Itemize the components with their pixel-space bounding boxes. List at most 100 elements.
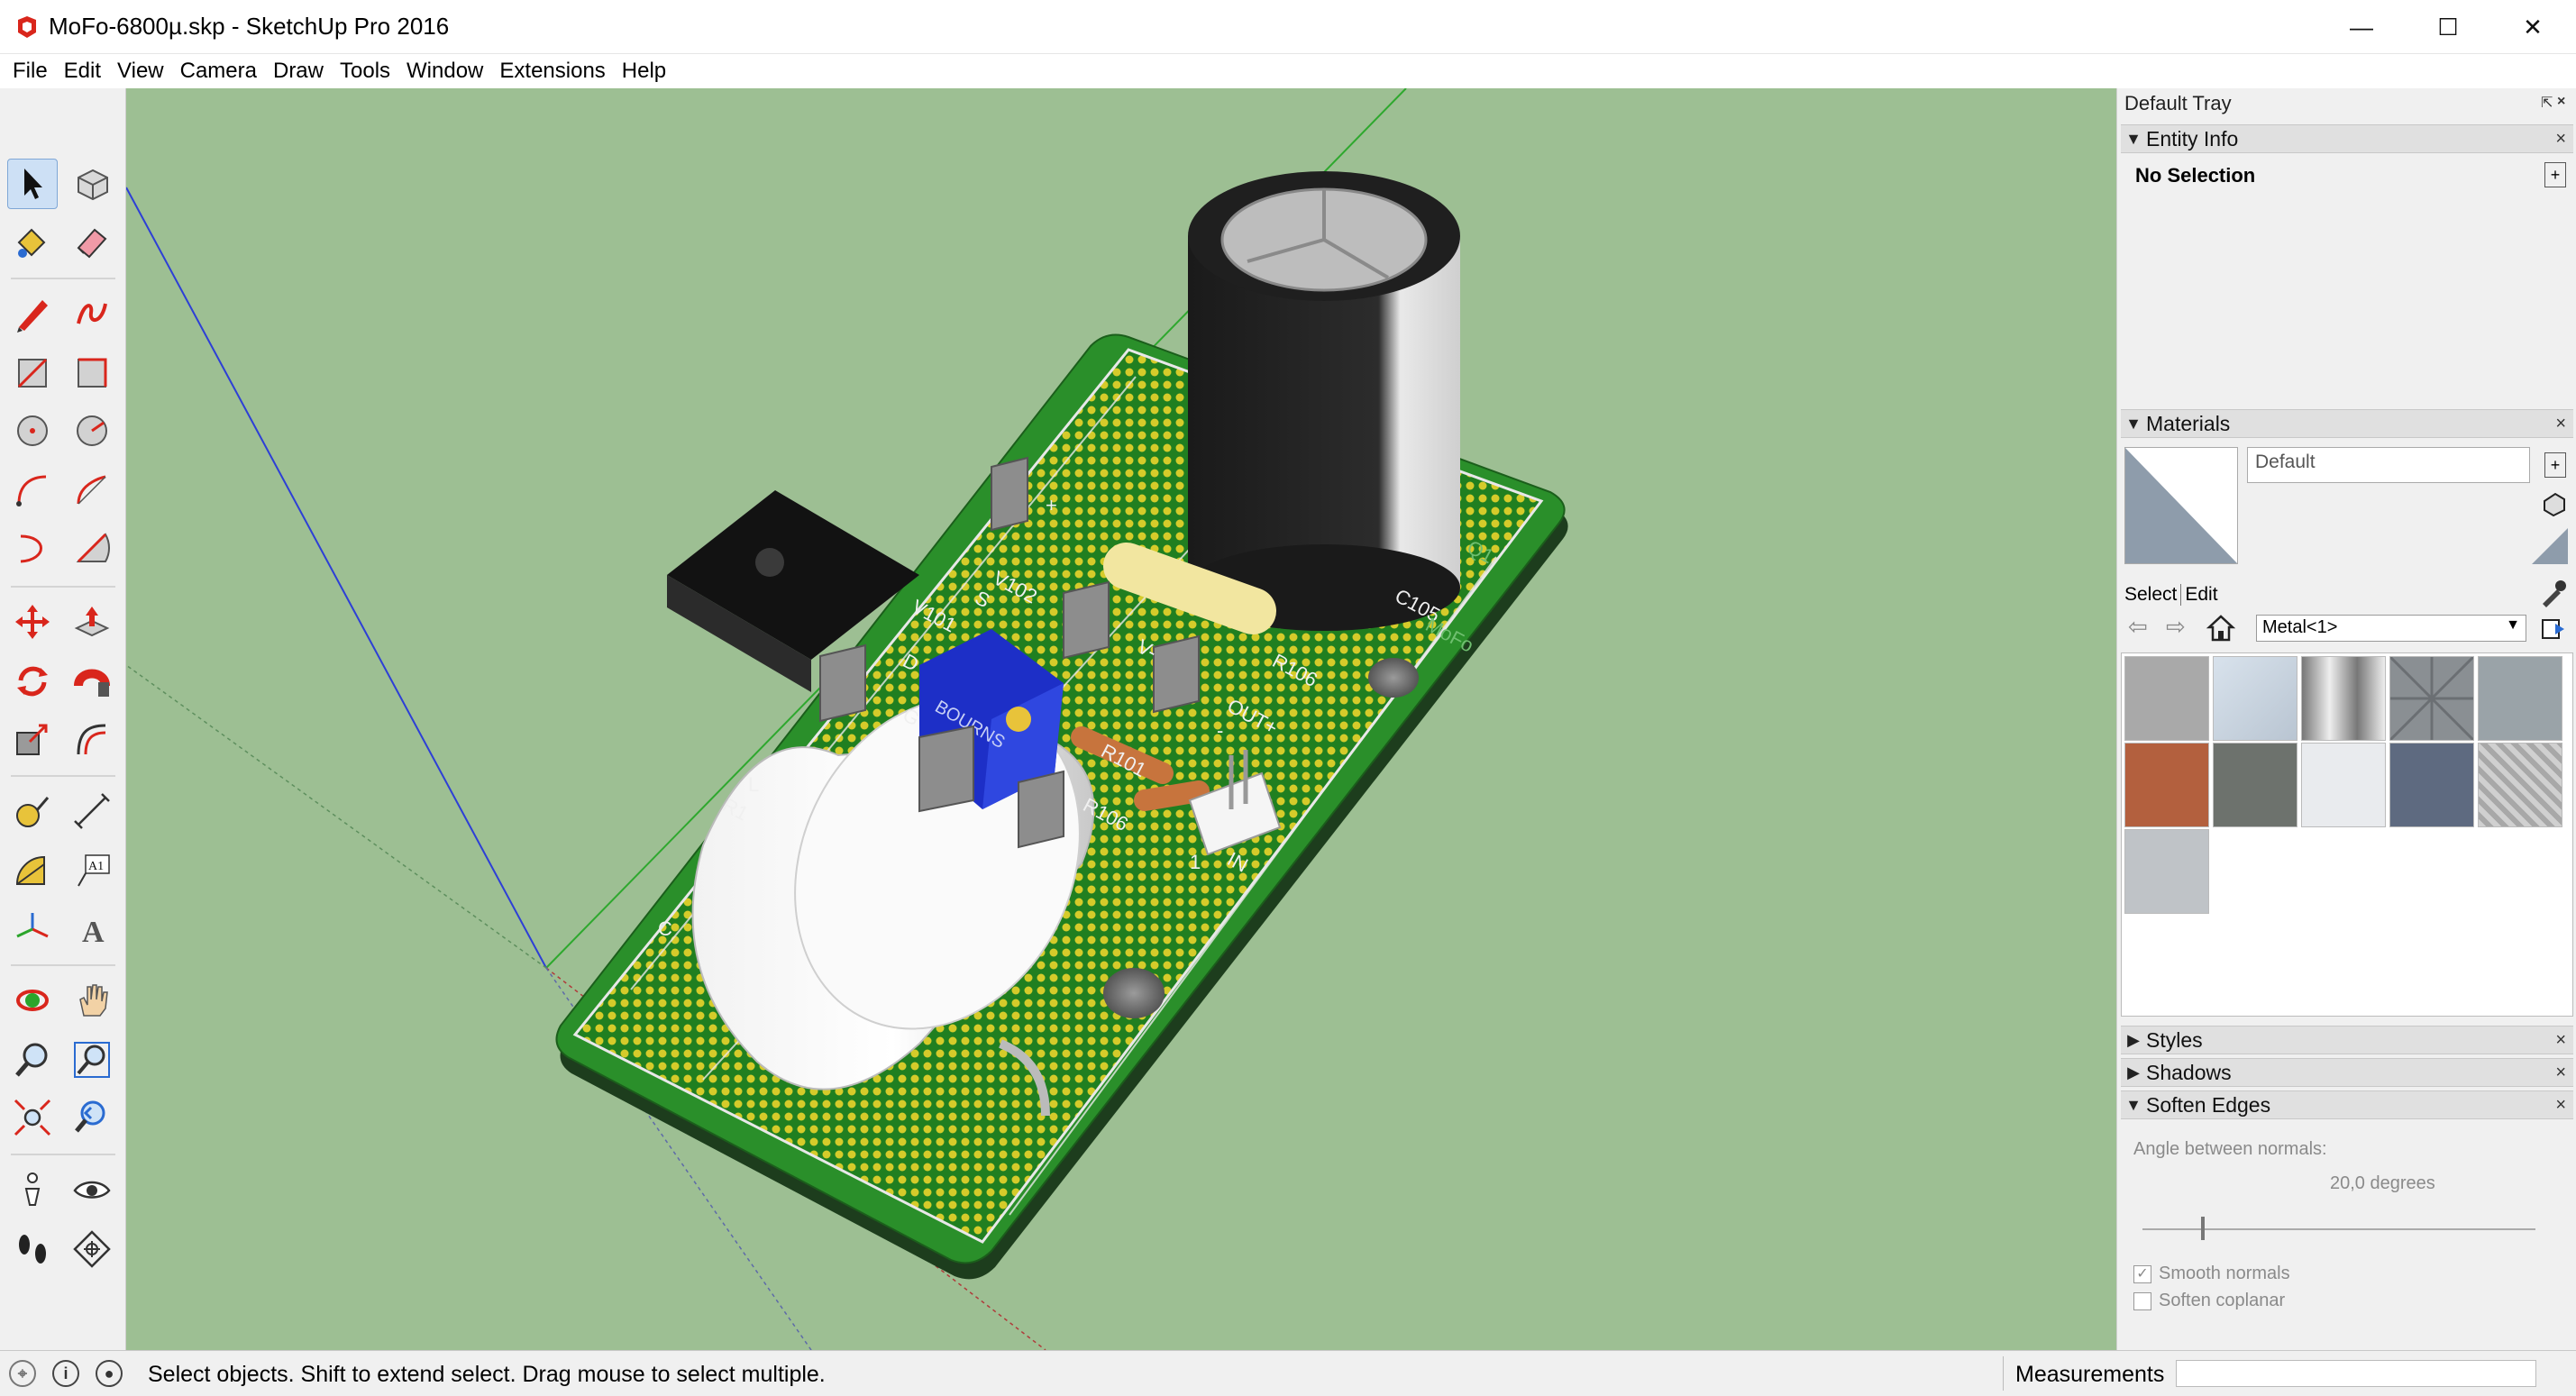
tab-select[interactable]: Select: [2124, 584, 2182, 606]
tape-measure-tool[interactable]: [7, 786, 58, 836]
sample-paint-icon[interactable]: [2541, 490, 2568, 517]
offset-tool[interactable]: [67, 714, 117, 764]
material-name-field[interactable]: Default: [2247, 447, 2530, 483]
close-icon[interactable]: ×: [2555, 414, 2566, 434]
label-1: 1: [1190, 851, 1201, 873]
checkbox-unchecked-icon[interactable]: [2133, 1291, 2151, 1310]
move-tool[interactable]: [7, 597, 58, 647]
menu-camera[interactable]: Camera: [173, 54, 264, 88]
pin-icon[interactable]: ⇱: [2541, 94, 2553, 112]
dimension-tool[interactable]: [67, 786, 117, 836]
scale-tool[interactable]: [7, 714, 58, 764]
line-tool[interactable]: [7, 288, 58, 339]
metal-swatch-9[interactable]: [2389, 743, 2474, 827]
close-icon[interactable]: ×: [2555, 1030, 2566, 1051]
metal-swatch-4[interactable]: [2389, 655, 2475, 742]
zoom-tool[interactable]: [7, 1035, 58, 1085]
menu-draw[interactable]: Draw: [266, 54, 331, 88]
material-preview[interactable]: [2124, 447, 2238, 564]
back-arrow-icon[interactable]: ⇦: [2128, 613, 2148, 641]
metal-swatch-3[interactable]: [2301, 656, 2386, 741]
text-tool[interactable]: A1: [67, 845, 117, 896]
metal-swatch-8[interactable]: [2301, 743, 2386, 827]
soften-edges-header[interactable]: ▼ Soften Edges ×: [2121, 1090, 2573, 1119]
entity-info-expand-icon[interactable]: +: [2544, 162, 2566, 187]
shadows-header[interactable]: ▶ Shadows ×: [2121, 1058, 2573, 1087]
zoom-extents-tool[interactable]: [7, 1092, 58, 1143]
rectangle-tool[interactable]: [7, 348, 58, 398]
section-plane-tool[interactable]: [67, 1224, 117, 1274]
axes-tool[interactable]: [7, 903, 58, 953]
pan-tool[interactable]: [67, 975, 117, 1026]
3d-text-tool[interactable]: A: [67, 903, 117, 953]
paint-bucket-tool[interactable]: [7, 216, 58, 267]
forward-arrow-icon[interactable]: ⇨: [2166, 613, 2186, 641]
pie-tool[interactable]: [67, 523, 117, 573]
menu-file[interactable]: File: [5, 54, 55, 88]
polygon-tool[interactable]: [67, 406, 117, 456]
close-icon[interactable]: ×: [2555, 1063, 2566, 1083]
zoom-window-tool[interactable]: [67, 1035, 117, 1085]
position-camera-tool[interactable]: [7, 1164, 58, 1215]
tab-edit[interactable]: Edit: [2185, 584, 2217, 606]
select-tool[interactable]: [7, 159, 58, 209]
metal-swatch-2[interactable]: [2213, 656, 2297, 741]
follow-me-icon: [74, 669, 110, 697]
eraser-tool[interactable]: [67, 216, 117, 267]
push-pull-tool[interactable]: [67, 597, 117, 647]
model-viewport[interactable]: BOURNS C105 R106 V101 V102 V- R101 OUT+ …: [126, 88, 2116, 1350]
checkbox-checked-icon[interactable]: ✓: [2133, 1264, 2151, 1283]
rotate-tool[interactable]: [7, 656, 58, 707]
metal-swatch-6[interactable]: [2124, 743, 2209, 827]
freehand-tool[interactable]: [67, 288, 117, 339]
make-component-tool[interactable]: [67, 159, 117, 209]
geolocation-icon[interactable]: ⌖: [9, 1360, 36, 1387]
previous-view-tool[interactable]: [67, 1092, 117, 1143]
smooth-normals-option[interactable]: ✓ Smooth normals: [2133, 1264, 2290, 1284]
credits-icon[interactable]: i: [52, 1360, 79, 1387]
walk-tool[interactable]: [7, 1224, 58, 1274]
circle-tool[interactable]: [7, 406, 58, 456]
menu-tools[interactable]: Tools: [333, 54, 397, 88]
metal-swatch-1[interactable]: [2124, 656, 2209, 741]
styles-header[interactable]: ▶ Styles ×: [2121, 1026, 2573, 1054]
maximize-button[interactable]: ☐: [2405, 0, 2491, 54]
menu-help[interactable]: Help: [615, 54, 673, 88]
window-title: MoFo-6800µ.skp - SketchUp Pro 2016: [49, 13, 450, 40]
material-library-select[interactable]: Metal<1> ▼: [2256, 615, 2526, 642]
angle-slider-thumb[interactable]: [2201, 1217, 2206, 1240]
create-material-icon[interactable]: +: [2544, 452, 2566, 478]
default-material-icon[interactable]: [2532, 528, 2568, 564]
rotated-rectangle-tool[interactable]: [67, 348, 117, 398]
menu-extensions[interactable]: Extensions: [492, 54, 612, 88]
orbit-tool[interactable]: [7, 975, 58, 1026]
menu-window[interactable]: Window: [399, 54, 490, 88]
metal-swatch-7[interactable]: [2213, 743, 2297, 827]
follow-me-tool[interactable]: [67, 656, 117, 707]
arc-tool[interactable]: [7, 465, 58, 516]
tray-close-icon[interactable]: ×: [2557, 94, 2565, 110]
metal-swatch-10[interactable]: [2478, 743, 2562, 827]
soften-coplanar-option[interactable]: Soften coplanar: [2133, 1291, 2285, 1311]
menu-view[interactable]: View: [110, 54, 171, 88]
entity-info-header[interactable]: ▼ Entity Info ×: [2121, 124, 2573, 153]
metal-swatch-5[interactable]: [2478, 656, 2562, 741]
user-account-icon[interactable]: ●: [96, 1360, 123, 1387]
metal-swatch-11[interactable]: [2124, 829, 2209, 914]
details-icon[interactable]: [2539, 615, 2568, 643]
protractor-tool[interactable]: [7, 845, 58, 896]
measurements-field[interactable]: [2176, 1360, 2536, 1387]
two-point-arc-tool[interactable]: [67, 465, 117, 516]
three-point-arc-tool[interactable]: [7, 523, 58, 573]
menu-edit[interactable]: Edit: [57, 54, 108, 88]
close-window-button[interactable]: ✕: [2489, 0, 2576, 54]
materials-header[interactable]: ▼ Materials ×: [2121, 409, 2573, 438]
eyedropper-icon[interactable]: [2537, 579, 2568, 609]
arrow-cursor-icon: [24, 169, 42, 199]
minimize-button[interactable]: —: [2318, 0, 2405, 54]
close-icon[interactable]: ×: [2555, 1095, 2566, 1116]
home-icon[interactable]: [2206, 613, 2236, 643]
close-icon[interactable]: ×: [2555, 129, 2566, 150]
collapse-arrow-icon: ▼: [2125, 1095, 2142, 1114]
look-around-tool[interactable]: [67, 1164, 117, 1215]
